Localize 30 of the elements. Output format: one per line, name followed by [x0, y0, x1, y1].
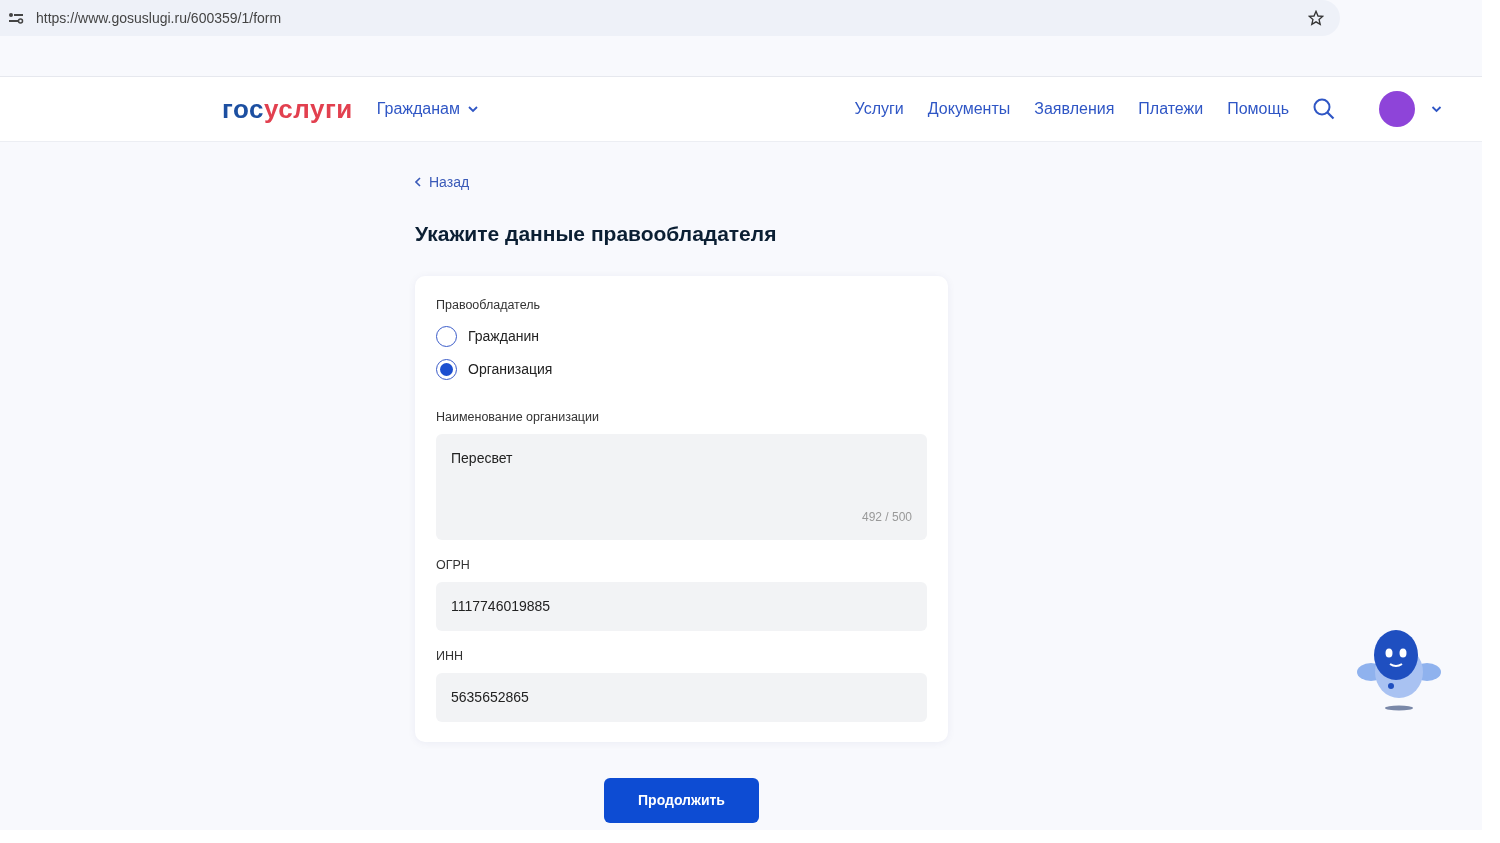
chevron-left-icon [415, 177, 421, 187]
field-value: Пересвет [451, 449, 514, 468]
field-label: ОГРН [436, 557, 471, 574]
field-label: Правообладатель [436, 296, 542, 314]
input-field[interactable]: 1117746019885 [436, 581, 927, 631]
star-icon[interactable] [1308, 10, 1324, 26]
radio-option[interactable]: Организация [436, 353, 553, 387]
site-settings-icon[interactable] [8, 11, 24, 25]
nav-link[interactable]: Помощь [1227, 97, 1289, 121]
caret-icon [467, 105, 478, 113]
address-bar-url[interactable]: https://www.gosuslugi.ru/600359/1/form [36, 7, 282, 29]
back-link[interactable]: Назад [415, 171, 470, 193]
page-title: Укажите данные правообладателя [415, 221, 778, 247]
continue-button[interactable]: Продолжить [604, 777, 759, 823]
avatar[interactable] [1379, 91, 1415, 127]
assistant-robot-drawing[interactable] [1356, 628, 1442, 712]
field-label: Наименование организации [436, 409, 600, 427]
field-label: ИНН [436, 647, 465, 665]
text-area-field[interactable]: Пересвет 492 / 500 [436, 434, 927, 540]
nav-link[interactable]: Документы [927, 97, 1011, 121]
nav-link[interactable]: Заявления [1034, 97, 1115, 121]
nav-link[interactable]: Услуги [854, 97, 904, 121]
nav-link[interactable]: Платежи [1138, 97, 1204, 121]
audience-menu[interactable]: Гражданам [376, 97, 478, 121]
radio-option[interactable]: Гражданин [436, 320, 539, 354]
input-field[interactable]: 5635652865 [436, 672, 927, 722]
caret-icon[interactable] [1431, 105, 1442, 113]
search-icon[interactable] [1313, 98, 1335, 120]
character-counter: 492 / 500 [861, 509, 912, 526]
logo[interactable]: госуслуги [222, 89, 353, 129]
